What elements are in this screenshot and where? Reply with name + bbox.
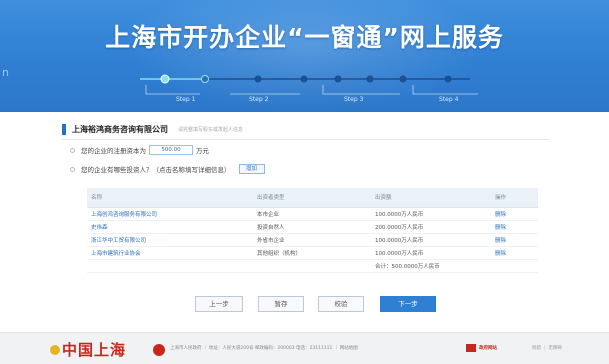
validate-button[interactable]: 校验 <box>318 296 364 312</box>
delete-link[interactable]: 删除 <box>491 233 538 246</box>
gov-site-link[interactable]: 政府网站 <box>466 344 497 352</box>
investor-amount: 200.0000万人民币 <box>375 224 424 231</box>
investor-name-link[interactable]: 史伟森 <box>87 220 253 233</box>
investor-amount: 100.0000万人民币 <box>375 237 424 244</box>
flag-icon <box>466 344 476 352</box>
table-row: 上海市建筑行业协会 其他组织（机构） 100.0000万人民币 删除 <box>87 246 538 259</box>
investor-name-link[interactable]: 上海市建筑行业协会 <box>87 246 253 259</box>
investor-name-link[interactable]: 上海创鸿咨询服务有限公司 <box>87 207 253 220</box>
company-header: 上海裕鸿商务咨询有限公司 请完整填写股东或发起人信息 <box>62 122 243 136</box>
stepper-graphic <box>140 74 478 95</box>
gov-site-label: 政府网站 <box>479 346 497 351</box>
column-header-action: 操作 <box>491 188 538 208</box>
investor-amount: 100.0000万人民币 <box>375 211 424 218</box>
bullet-icon <box>70 166 75 172</box>
step-node-current <box>160 74 170 84</box>
investor-type: 外省市企业 <box>257 237 285 244</box>
delete-link[interactable]: 删除 <box>491 220 538 233</box>
company-hint: 请完整填写股东或发起人信息 <box>178 126 244 133</box>
header-banner: n 上海市开办企业“一窗通”网上服务 Step 1 Step 2 Step 3 … <box>0 0 609 112</box>
footer-info: 上海市人民政府 ｜ 地址：人民大道200号 邮政编码：200003 电话：231… <box>170 346 358 351</box>
delete-link[interactable]: 删除 <box>491 246 538 259</box>
investor-type: 投资自然人 <box>257 224 285 231</box>
column-header-name: 名称 <box>87 188 253 208</box>
investor-amount: 100.0000万人民币 <box>375 250 424 257</box>
step-label-4: Step 4 <box>439 96 459 103</box>
save-draft-button[interactable]: 暂存 <box>258 296 304 312</box>
capital-unit: 万元 <box>196 147 209 155</box>
footer: 中国上海 上海市人民政府 ｜ 地址：人民大道200号 邮政编码：200003 电… <box>0 332 609 364</box>
step-label-1: Step 1 <box>176 96 196 103</box>
table-row: 史伟森 投资自然人 200.0000万人民币 删除 <box>87 220 538 233</box>
investors-prompt: 您的企业有哪些投资人？（点击名称填写详细信息） <box>81 166 231 174</box>
investor-type: 本市企业 <box>257 211 280 218</box>
emblem-icon <box>50 345 60 355</box>
table-total-row: 合计：500.0000万人民币 <box>87 259 538 272</box>
investors-table: 名称 出资者类型 出资额 操作 上海创鸿咨询服务有限公司 本市企业 100.00… <box>87 188 538 273</box>
table-row: 浙江华中工贸有限公司 外省市企业 100.0000万人民币 删除 <box>87 233 538 246</box>
add-investor-button[interactable]: 增加 <box>238 164 265 174</box>
table-header-row: 名称 出资者类型 出资额 操作 <box>87 188 538 208</box>
prev-step-button[interactable]: 上一步 <box>195 296 243 312</box>
capital-prefix: 您的企业的注册资本为 <box>81 147 146 155</box>
capital-input[interactable]: 500.00 <box>149 145 193 155</box>
gov-badge-icon <box>153 344 165 356</box>
investors-question: 您的企业有哪些投资人？（点击名称填写详细信息） 增加 <box>70 164 265 174</box>
step-label-2: Step 2 <box>249 96 269 103</box>
page-title: 上海市开办企业“一窗通”网上服务 <box>105 23 504 52</box>
investor-type: 其他组织（机构） <box>257 250 302 257</box>
section-marker-icon <box>62 123 66 135</box>
delete-link[interactable]: 删除 <box>491 207 538 220</box>
footer-right-links[interactable]: 找错 ｜ 无障碍 <box>532 345 562 351</box>
capital-question: 您的企业的注册资本为 500.00 万元 <box>70 145 209 155</box>
step-label-3: Step 3 <box>344 96 364 103</box>
column-header-type: 出资者类型 <box>253 188 371 208</box>
column-header-amount: 出资额 <box>371 188 491 208</box>
company-name: 上海裕鸿商务咨询有限公司 <box>72 124 168 134</box>
total-amount: 合计：500.0000万人民币 <box>375 263 440 270</box>
footer-logo: 中国上海 <box>62 341 127 359</box>
divider <box>62 139 550 140</box>
investor-name-link[interactable]: 浙江华中工贸有限公司 <box>87 233 253 246</box>
bullet-icon <box>70 147 75 153</box>
next-step-button[interactable]: 下一步 <box>380 296 436 312</box>
table-row: 上海创鸿咨询服务有限公司 本市企业 100.0000万人民币 删除 <box>87 207 538 220</box>
progress-stepper: Step 1 Step 2 Step 3 Step 4 <box>0 70 609 106</box>
